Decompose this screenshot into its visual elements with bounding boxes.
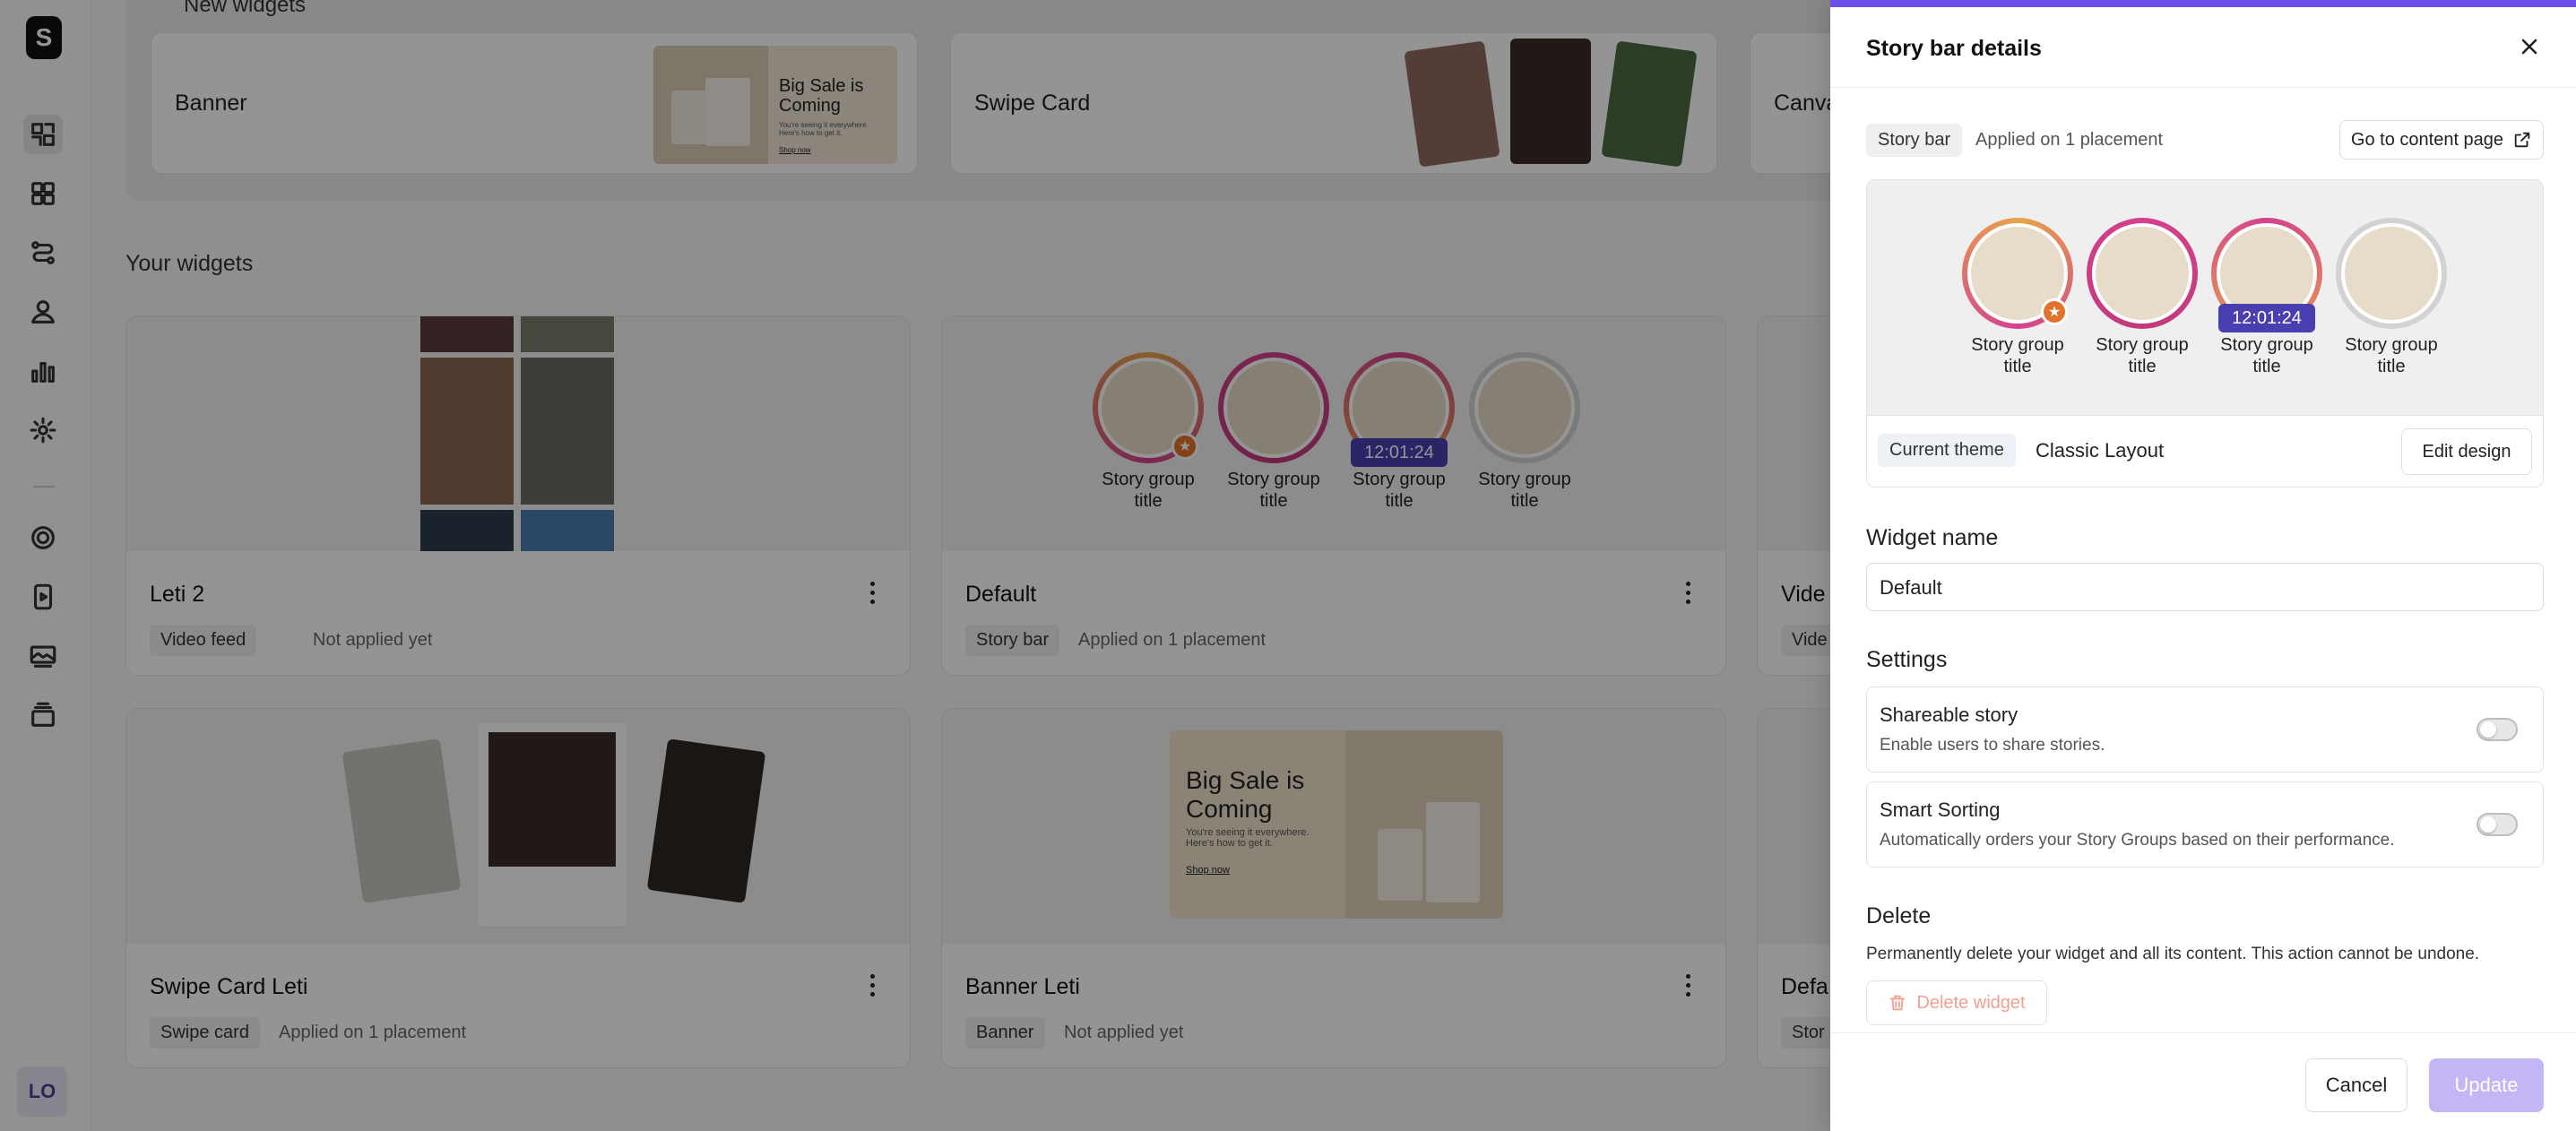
smart-sorting-toggle[interactable] bbox=[2477, 813, 2518, 836]
story-label: Story group title bbox=[2220, 335, 2313, 376]
story-bar-preview: ★ 12:01:24 Story group title Story group… bbox=[1866, 179, 2544, 488]
story-ring: ★ bbox=[1962, 218, 2073, 329]
story-label: Story group title bbox=[1971, 335, 2064, 376]
delete-widget-label: Delete widget bbox=[1916, 992, 2026, 1013]
widget-type-chip: Story bar bbox=[1866, 124, 1963, 157]
accent-bar bbox=[1830, 0, 2576, 7]
app-root: S LO New widgets Banner Big Sale is Comi… bbox=[0, 0, 2576, 1131]
external-link-icon bbox=[2514, 132, 2530, 148]
divider bbox=[1830, 87, 2576, 88]
story-bar-details-drawer: Story bar details Story bar Applied on 1… bbox=[1830, 0, 2576, 1131]
current-theme-chip: Current theme bbox=[1878, 434, 2016, 467]
story-ring bbox=[2336, 218, 2447, 329]
delete-widget-button[interactable]: Delete widget bbox=[1866, 980, 2047, 1025]
edit-design-button[interactable]: Edit design bbox=[2401, 428, 2532, 475]
story-label: Story group title bbox=[2345, 335, 2438, 376]
edit-design-label: Edit design bbox=[2422, 441, 2511, 462]
story-ring: 12:01:24 bbox=[2211, 218, 2322, 332]
settings-label: Settings bbox=[1866, 647, 1948, 672]
drawer-footer: Cancel Update bbox=[1830, 1032, 2576, 1131]
setting-description: Automatically orders your Story Groups b… bbox=[1880, 831, 2395, 850]
story-ring bbox=[2087, 218, 2198, 329]
preview-stage: ★ 12:01:24 Story group title Story group… bbox=[1867, 180, 2543, 415]
widget-name-input[interactable]: Default bbox=[1866, 563, 2544, 611]
story-timer: 12:01:24 bbox=[2218, 304, 2315, 332]
widget-name-label: Widget name bbox=[1866, 525, 1999, 550]
cancel-button[interactable]: Cancel bbox=[2305, 1058, 2407, 1112]
go-to-content-page-button[interactable]: Go to content page bbox=[2339, 120, 2544, 160]
setting-title: Smart Sorting bbox=[1880, 799, 2001, 821]
star-badge-icon: ★ bbox=[2041, 298, 2068, 325]
setting-description: Enable users to share stories. bbox=[1880, 736, 2105, 755]
shareable-story-toggle[interactable] bbox=[2477, 718, 2518, 741]
delete-description: Permanently delete your widget and all i… bbox=[1866, 945, 2480, 963]
close-icon[interactable] bbox=[2517, 34, 2542, 59]
applied-status: Applied on 1 placement bbox=[1975, 130, 2164, 150]
update-button[interactable]: Update bbox=[2429, 1058, 2544, 1112]
setting-shareable-story: Shareable story Enable users to share st… bbox=[1866, 686, 2544, 773]
go-to-content-label: Go to content page bbox=[2350, 129, 2504, 150]
setting-title: Shareable story bbox=[1880, 704, 2018, 726]
story-label: Story group title bbox=[2096, 335, 2189, 376]
setting-smart-sorting: Smart Sorting Automatically orders your … bbox=[1866, 781, 2544, 868]
delete-section-label: Delete bbox=[1866, 903, 1932, 928]
trash-icon bbox=[1890, 995, 1906, 1011]
theme-footer: Current theme Classic Layout Edit design bbox=[1867, 415, 2543, 487]
drawer-title: Story bar details bbox=[1866, 36, 2042, 61]
theme-name: Classic Layout bbox=[2036, 439, 2165, 462]
modal-backdrop[interactable] bbox=[0, 0, 1830, 1131]
